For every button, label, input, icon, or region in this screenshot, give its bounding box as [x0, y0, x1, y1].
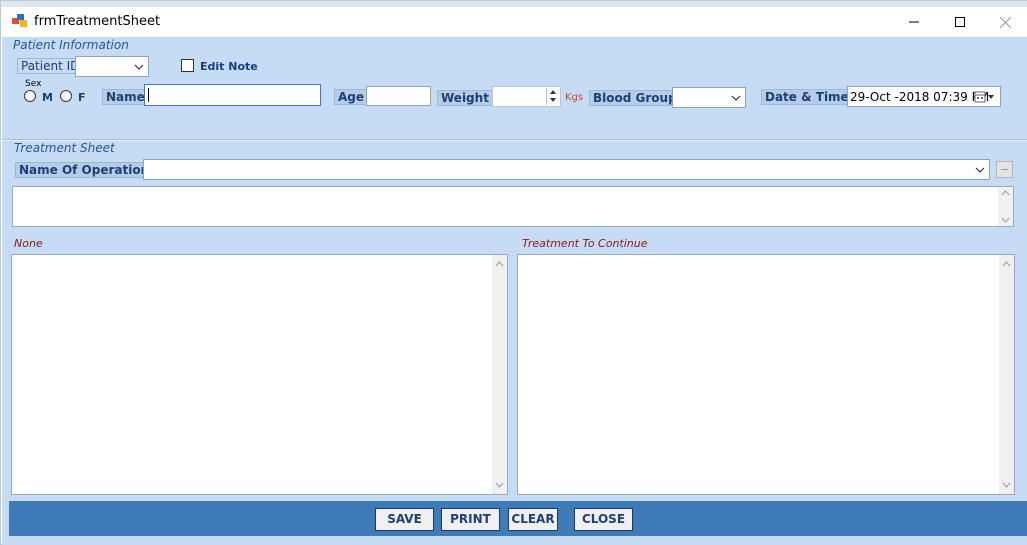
age-label: Age — [334, 89, 369, 105]
datetime-picker[interactable]: 29-Oct -2018 07:39 PM — [847, 86, 1001, 107]
maximize-icon — [955, 17, 965, 27]
name-label: Name — [102, 89, 149, 105]
title-bar: frmTreatmentSheet — [1, 7, 1027, 37]
spin-up-icon[interactable] — [547, 88, 559, 96]
clear-button[interactable]: CLEAR — [508, 508, 558, 531]
close-form-button[interactable]: CLOSE — [574, 508, 633, 531]
scroll-down-icon[interactable] — [495, 482, 504, 488]
footer-button-bar: SAVE PRINT CLEAR CLOSE — [9, 501, 1027, 536]
right-scrollbar[interactable] — [999, 255, 1014, 494]
operation-notes-textarea[interactable] — [12, 186, 1014, 227]
chevron-down-icon — [975, 167, 985, 173]
scroll-down-icon[interactable] — [1001, 217, 1010, 223]
treatment-sheet-window: frmTreatmentSheet Patient Information Pa… — [0, 0, 1027, 545]
age-input[interactable] — [366, 86, 431, 106]
edit-note-checkbox[interactable] — [181, 59, 194, 72]
close-icon — [999, 16, 1011, 28]
patient-info-section-label: Patient Information — [13, 38, 129, 52]
remove-operation-button[interactable] — [996, 161, 1013, 178]
edit-note-label: Edit Note — [200, 60, 258, 73]
sex-label: Sex — [25, 79, 42, 89]
close-button[interactable] — [982, 7, 1027, 37]
name-input[interactable] — [144, 84, 321, 106]
left-textarea[interactable] — [11, 254, 508, 495]
minus-icon — [1001, 169, 1008, 170]
treatment-continue-textarea[interactable] — [517, 254, 1015, 495]
datetime-value: 29-Oct -2018 07:39 PM — [850, 90, 990, 104]
operation-combo[interactable] — [143, 159, 990, 180]
weight-spinner[interactable] — [546, 88, 559, 105]
spin-down-icon[interactable] — [547, 96, 559, 104]
chevron-down-icon — [731, 95, 741, 101]
form-client-area: Patient Information Patient ID Edit Note… — [2, 37, 1027, 545]
sex-m-radio[interactable] — [24, 90, 36, 102]
notes-scrollbar[interactable] — [998, 187, 1013, 226]
section-divider — [2, 139, 1027, 141]
calendar-icon[interactable] — [974, 91, 996, 103]
left-scrollbar[interactable] — [492, 255, 507, 494]
chevron-down-icon — [134, 64, 144, 70]
save-button[interactable]: SAVE — [375, 508, 434, 531]
left-text-title: None — [14, 237, 43, 250]
sex-f-radio[interactable] — [60, 90, 72, 102]
operation-label: Name Of Operation : — [15, 162, 163, 178]
weight-unit-label: Kgs — [565, 92, 584, 103]
weight-numeric-input[interactable] — [492, 86, 561, 107]
patient-id-label: Patient ID — [17, 58, 84, 74]
scroll-down-icon[interactable] — [1002, 482, 1011, 488]
sex-m-label: M — [42, 91, 53, 104]
weight-label: Weight — [437, 90, 493, 106]
sex-f-label: F — [78, 91, 86, 104]
scroll-up-icon[interactable] — [1001, 190, 1010, 196]
scroll-up-icon[interactable] — [1002, 261, 1011, 267]
minimize-button[interactable] — [891, 7, 937, 37]
minimize-icon — [909, 21, 919, 23]
print-button[interactable]: PRINT — [441, 508, 500, 531]
text-caret — [148, 88, 149, 102]
window-title: frmTreatmentSheet — [34, 14, 161, 29]
maximize-button[interactable] — [937, 7, 983, 37]
scroll-up-icon[interactable] — [495, 261, 504, 267]
patient-id-combo[interactable] — [75, 56, 149, 77]
app-icon — [12, 14, 27, 27]
treatment-section-label: Treatment Sheet — [14, 141, 115, 155]
blood-group-combo[interactable] — [672, 87, 746, 108]
right-text-title: Treatment To Continue — [522, 237, 648, 250]
blood-group-label: Blood Group — [589, 90, 681, 106]
